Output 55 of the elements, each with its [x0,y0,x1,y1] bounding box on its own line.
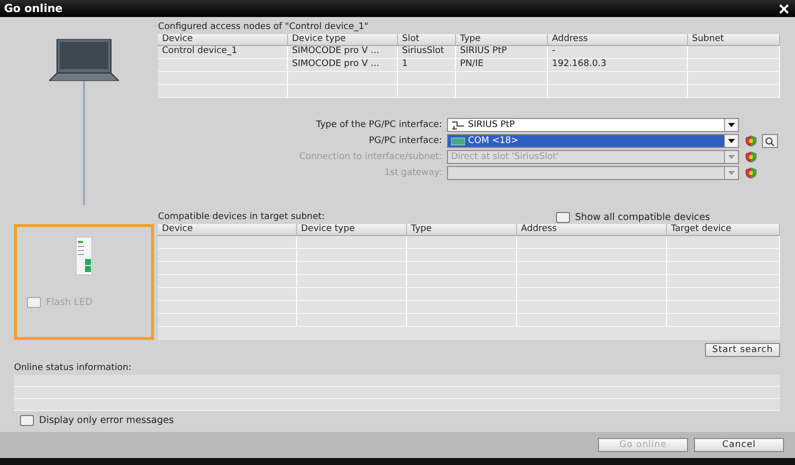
column-header: Target device [667,224,780,235]
table-cell: Control device_1 [158,46,288,58]
checkbox-label: Display only error messages [39,415,174,426]
column-header: Address [517,224,667,235]
shield-icon [745,151,757,163]
laptop-icon [49,39,119,81]
table-row[interactable]: SIMOCODE pro V ... 1 PN/IE 192.168.0.3 [158,59,780,72]
device-module-icon [76,237,92,275]
shield-icon [745,167,757,179]
dropdown-value: Direct at slot 'SiriusSlot' [451,152,559,162]
table-row[interactable]: Control device_1 SIMOCODE pro V ... SiriusSlot SIRIUS PtP - [158,46,780,59]
table-cell: PN/IE [456,59,548,71]
dropdown-value: SIRIUS PtP [468,120,515,130]
section-title: Configured access nodes of "Control device_1" [158,22,370,32]
column-header: Device [158,224,297,235]
table-cell: - [548,46,688,58]
dropdown-value: COM <18> [468,136,519,146]
start-search-button[interactable]: Start search [705,343,780,357]
caret-icon [728,139,735,143]
dropdown-field[interactable]: SIRIUS PtP [447,118,739,132]
checkbox[interactable] [556,212,570,223]
close-icon [779,4,789,14]
table-cell: SIRIUS PtP [456,46,548,58]
dropdown-field[interactable]: COM <18> [447,134,739,148]
shield-icon [745,135,757,147]
column-header: Type [407,224,517,235]
plug-icon [451,120,465,130]
field-label: 1st gateway: [383,168,443,178]
caret-icon [728,155,735,159]
table-cell: SIMOCODE pro V ... [288,59,398,71]
section-title: Compatible devices in target subnet: [158,212,325,222]
section-title: Online status information: [14,363,132,373]
caret-icon [728,123,735,127]
field-label: Connection to interface/subnet: [298,152,443,162]
caret-icon [728,171,735,175]
dialog-button[interactable]: Cancel [694,438,784,452]
field-label: Type of the PG/PC interface: [315,120,443,130]
checkbox[interactable] [20,415,34,426]
window-title: Go online [4,2,63,15]
column-header: Slot [398,34,456,45]
table-cell: SiriusSlot [398,46,456,58]
field-label: PG/PC interface: [368,136,443,146]
column-header: Type [456,34,548,45]
column-header: Address [548,34,688,45]
column-header: Subnet [688,34,780,45]
table-cell: SIMOCODE pro V ... [288,46,398,58]
column-header: Device type [297,224,407,235]
port-icon [451,136,465,146]
search-icon [765,136,775,146]
search-button[interactable] [762,134,778,148]
table-cell: 1 [398,59,456,71]
column-header: Device type [288,34,398,45]
table-cell: 192.168.0.3 [548,59,688,71]
checkbox-label: Show all compatible devices [575,212,710,223]
column-header: Device [158,34,288,45]
